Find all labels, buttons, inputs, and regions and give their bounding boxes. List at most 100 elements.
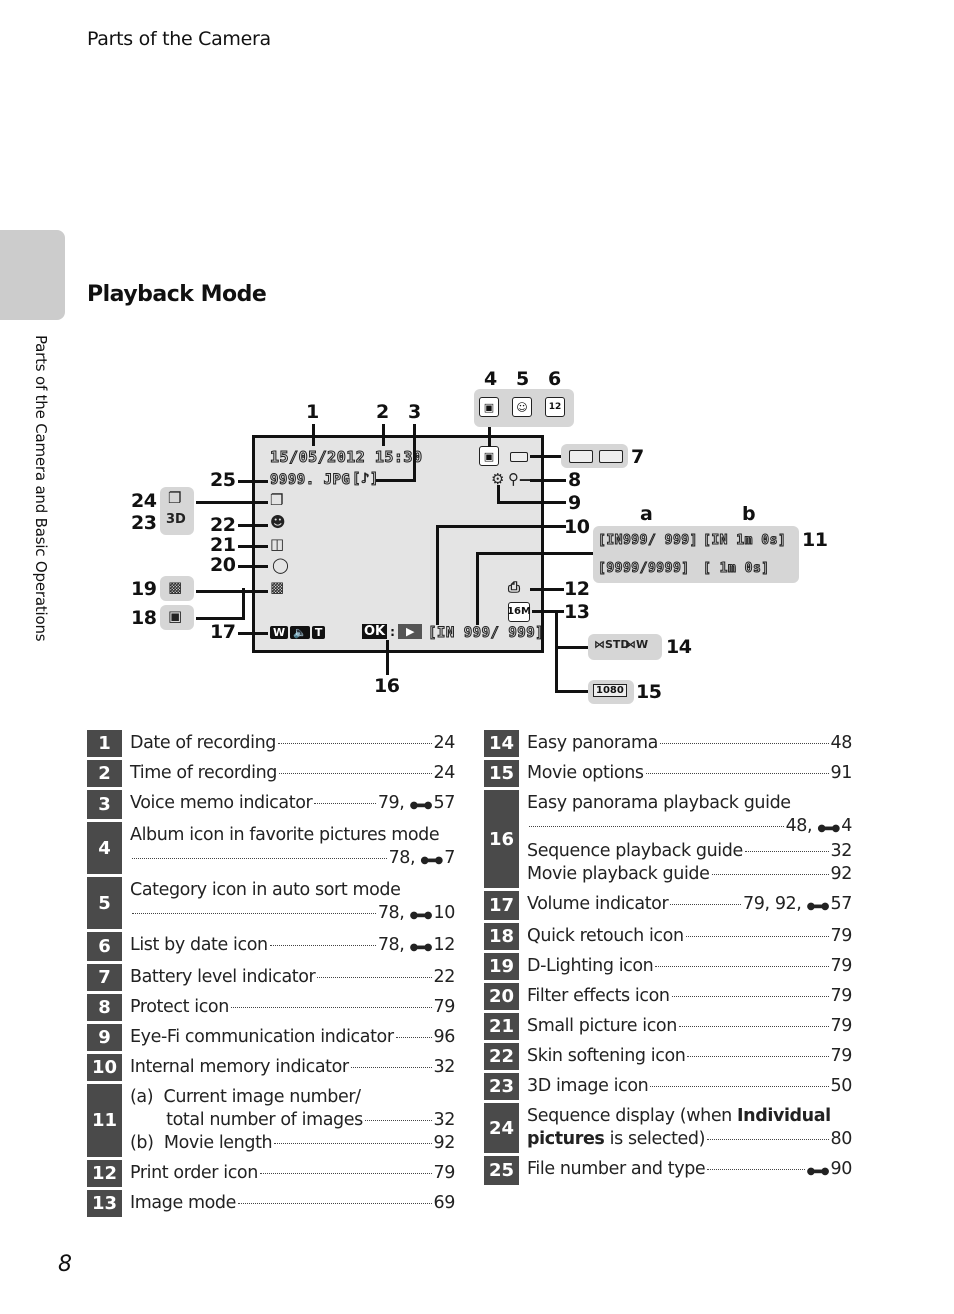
entry-label: Image mode (130, 1192, 236, 1215)
leader-dots (645, 773, 829, 774)
movie-options-icon: 1080 (593, 684, 627, 697)
entry-label-text: 3D image icon (527, 1076, 649, 1096)
legend-description: Movie options 91 (519, 760, 852, 787)
play-icon: ▶ (397, 624, 423, 639)
leader-line-21 (238, 545, 268, 548)
legend-number: 16 (484, 790, 519, 888)
legend-number: 23 (484, 1073, 519, 1100)
legend-number: 10 (87, 1054, 122, 1081)
page-reference: 22 (434, 966, 456, 989)
legend-description: Small picture icon 79 (519, 1013, 852, 1040)
legend-row: 17 Volume indicator 79, 92, ●▬● 57 (484, 891, 852, 920)
entry-label-text: List by date icon (130, 935, 268, 955)
quick-retouch-icon: ▣ (168, 607, 183, 625)
legend-entry: Date of recording 24 (130, 732, 455, 755)
page-reference: 79 (434, 996, 456, 1019)
legend-table-left: 1 Date of recording 24 2 Time of recording 24… (87, 730, 455, 1220)
legend-description: Skin softening icon 79 (519, 1043, 852, 1070)
entry-label: Easy panorama playback guide (527, 792, 791, 815)
entry-label: Voice memo indicator (130, 792, 313, 815)
callout-12: 12 (564, 578, 590, 600)
legend-entry: 78, ●▬● 7 (130, 847, 455, 872)
legend-row: 13 Image mode 69 (87, 1190, 455, 1217)
legend-number: 24 (484, 1103, 519, 1153)
legend-row: 12 Print order icon 79 (87, 1160, 455, 1187)
leader-line-22 (238, 524, 268, 527)
entry-label: Time of recording (130, 762, 277, 785)
legend-entry: (b) Movie length 92 (130, 1132, 455, 1155)
entry-label-text: Easy panorama playback guide (527, 793, 791, 813)
reference-section-icon: ●▬● (420, 855, 443, 866)
legend-row: 16 Easy panorama playback guide 48, ●▬● 4 Se… (484, 790, 852, 888)
entry-label-text: Battery level indicator (130, 967, 316, 987)
leader-dots (277, 743, 432, 744)
callout-15: 15 (636, 681, 662, 703)
entry-label: List by date icon (130, 934, 268, 957)
ok-button-icon: OK (362, 624, 388, 639)
entry-label: Eye-Fi communication indicator (130, 1026, 394, 1049)
page-reference: 79, 92, ●▬● 57 (743, 893, 852, 918)
legend-entry: File number and type ●▬● 90 (527, 1158, 852, 1183)
album-icon: ▣ (479, 397, 499, 417)
legend-entry: Print order icon 79 (130, 1162, 455, 1185)
page-number-ref: 79 (433, 1163, 456, 1183)
entry-label: total number of images (130, 1109, 363, 1132)
legend-entry: Internal memory indicator 32 (130, 1056, 455, 1079)
entry-label-text: Small picture icon (527, 1016, 677, 1036)
legend-table-right: 14 Easy panorama 48 15 Movie options 91 16 Easy… (484, 730, 852, 1188)
page-reference: 79 (831, 1045, 853, 1068)
d-lighting-legend-icon: ▩ (168, 578, 183, 596)
legend-row: 21 Small picture icon 79 (484, 1013, 852, 1040)
reference-page: 57 (830, 894, 853, 914)
entry-label-text: Voice memo indicator (130, 793, 313, 813)
page-reference: 79 (831, 1015, 853, 1038)
legend-row: 11 (a) Current image number/ total number… (87, 1084, 455, 1157)
legend-description: Album icon in favorite pictures mode 78, … (122, 822, 455, 874)
reference-section-icon: ●▬● (806, 901, 830, 912)
legend-description: Eye-Fi communication indicator 96 (122, 1024, 455, 1051)
legend-entry: D-Lighting icon 79 (527, 955, 852, 978)
callout-6: 6 (548, 368, 561, 390)
leader-line-8 (530, 479, 566, 482)
leader-dots (230, 1007, 432, 1008)
page-reference: 32 (434, 1109, 456, 1132)
reference-page: 7 (444, 848, 455, 868)
legend-row: 6 List by date icon 78, ●▬● 12 (87, 932, 455, 961)
image-number-memory: [IN999/ 999] (598, 533, 698, 549)
leader-dots (317, 977, 432, 978)
page-reference: 78, ●▬● 7 (389, 847, 456, 872)
callout-20: 20 (210, 554, 236, 576)
legend-row: 2 Time of recording 24 (87, 760, 455, 787)
legend-description: Category icon in auto sort mode 78, ●▬● 10 (122, 877, 455, 929)
entry-label-text: Skin softening icon (527, 1046, 686, 1066)
page-number: 8 (58, 1252, 72, 1277)
entry-label-text: Date of recording (130, 733, 276, 753)
leader-line-3 (413, 424, 416, 481)
legend-description: Quick retouch icon 79 (519, 923, 852, 950)
image-mode-icon: 16M (507, 602, 531, 622)
legend-row: 4 Album icon in favorite pictures mode 78,… (87, 822, 455, 874)
legend-row: 10 Internal memory indicator 32 (87, 1054, 455, 1081)
page-number-ref: 48 (830, 733, 853, 753)
entry-label-text: File number and type (527, 1159, 706, 1179)
callout-16: 16 (374, 675, 400, 697)
skin-softening-icon: ☻ (270, 513, 286, 531)
legend-number: 7 (87, 964, 122, 991)
legend-row: 14 Easy panorama 48 (484, 730, 852, 757)
legend-description: Voice memo indicator 79, ●▬● 57 (122, 790, 455, 819)
leader-dots (364, 1120, 432, 1121)
entry-label-text: Category icon in auto sort mode (130, 880, 401, 900)
legend-entry: 78, ●▬● 10 (130, 902, 455, 927)
3d-image-icon: 3D (166, 512, 186, 527)
legend-description: Time of recording 24 (122, 760, 455, 787)
callout-1: 1 (306, 401, 319, 423)
legend-description: Easy panorama playback guide 48, ●▬● 4 Sequ… (519, 790, 852, 888)
playback-screen-diagram: 1 2 3 4 5 6 ▣ ☺ 12 15/05/2012 15:30 9999… (0, 0, 954, 720)
lcd-screen (252, 435, 544, 653)
entry-label-text: D-Lighting icon (527, 956, 654, 976)
callout-9: 9 (568, 492, 581, 514)
leader-dots (687, 1056, 829, 1057)
page-reference: 80 (831, 1128, 853, 1151)
legend-number: 11 (87, 1084, 122, 1157)
entry-label-text: is selected) (604, 1129, 706, 1149)
